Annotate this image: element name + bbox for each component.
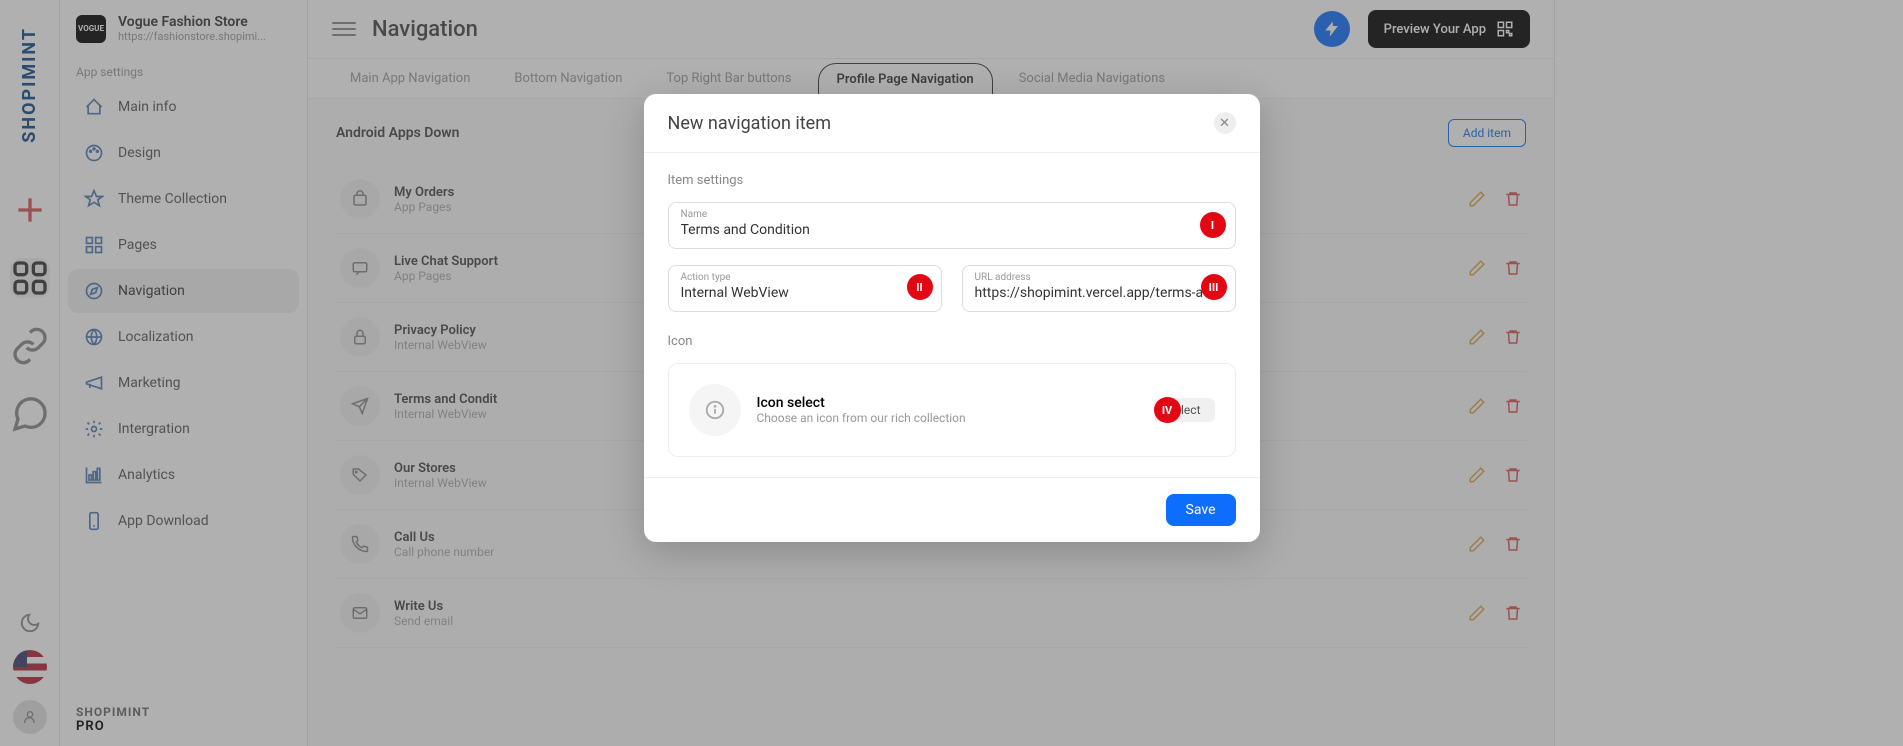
info-icon: [689, 384, 741, 436]
annotation-four: IV: [1154, 397, 1181, 423]
action-label: Action type: [681, 272, 929, 283]
section-icon: Icon: [668, 334, 1236, 349]
save-button[interactable]: Save: [1166, 494, 1236, 526]
modal-body: Item settings Name Terms and Condition I…: [644, 153, 1260, 477]
modal-header: New navigation item ✕: [644, 94, 1260, 153]
name-field[interactable]: Name Terms and Condition I: [668, 202, 1236, 249]
action-value: Internal WebView: [681, 285, 929, 301]
name-value: Terms and Condition: [681, 222, 1223, 238]
modal-new-navigation-item: New navigation item ✕ Item settings Name…: [644, 94, 1260, 542]
url-value: https://shopimint.vercel.app/terms-a: [975, 285, 1223, 301]
annotation-one: I: [1200, 212, 1226, 238]
annotation-three: III: [1201, 274, 1227, 300]
section-item-settings: Item settings: [668, 173, 1236, 188]
modal-title: New navigation item: [668, 113, 832, 134]
url-label: URL address: [975, 272, 1223, 283]
close-icon[interactable]: ✕: [1214, 112, 1236, 134]
modal-footer: Save: [644, 477, 1260, 542]
annotation-two: II: [907, 274, 933, 300]
icon-select-title: Icon select: [757, 395, 1138, 411]
url-field[interactable]: URL address https://shopimint.vercel.app…: [962, 265, 1236, 312]
icon-select-sub: Choose an icon from our rich collection: [757, 411, 1138, 425]
name-label: Name: [681, 209, 1223, 220]
modal-overlay[interactable]: New navigation item ✕ Item settings Name…: [0, 0, 1903, 746]
action-type-field[interactable]: Action type Internal WebView II: [668, 265, 942, 312]
icon-select-box: Icon select Choose an icon from our rich…: [668, 363, 1236, 457]
